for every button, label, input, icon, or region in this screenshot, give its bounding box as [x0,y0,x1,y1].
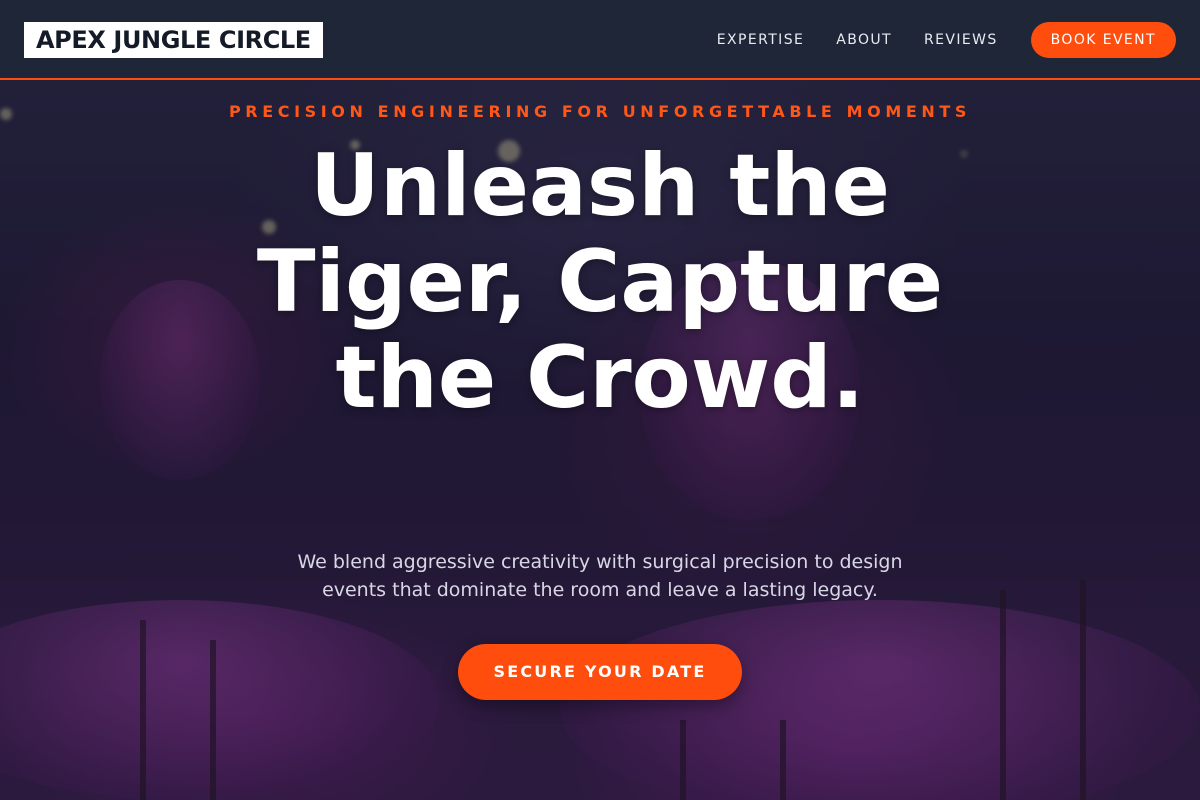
nav-link-about[interactable]: ABOUT [836,22,892,58]
hero-section: PRECISION ENGINEERING FOR UNFORGETTABLE … [0,80,1200,800]
hero-content: PRECISION ENGINEERING FOR UNFORGETTABLE … [0,80,1200,800]
hero-headline: Unleash the Tiger, Capture the Crowd. [256,136,944,428]
hero-eyebrow: PRECISION ENGINEERING FOR UNFORGETTABLE … [228,102,972,121]
nav-link-reviews[interactable]: REVIEWS [924,22,998,58]
nav-link-expertise[interactable]: EXPERTISE [717,22,804,58]
book-event-button[interactable]: BOOK EVENT [1030,22,1176,58]
logo[interactable]: APEX JUNGLE CIRCLE [24,22,323,58]
site-header: APEX JUNGLE CIRCLE EXPERTISE ABOUT REVIE… [0,0,1200,80]
main-nav: EXPERTISE ABOUT REVIEWS BOOK EVENT [717,22,1176,58]
secure-date-button[interactable]: SECURE YOUR DATE [458,644,742,700]
hero-subtext: We blend aggressive creativity with surg… [297,551,903,601]
